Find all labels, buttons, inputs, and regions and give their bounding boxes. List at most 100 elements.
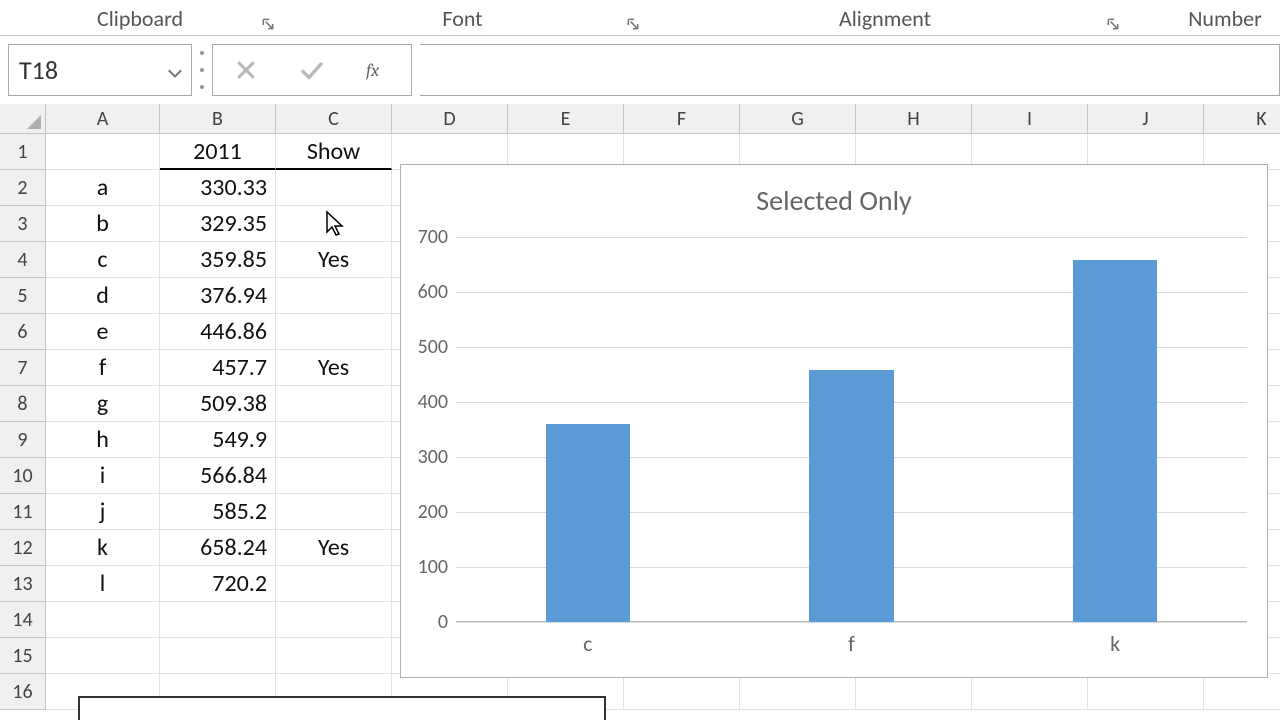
cell-C4[interactable]: Yes xyxy=(276,242,392,278)
formula-bar-input[interactable] xyxy=(420,44,1280,96)
cell-C15[interactable] xyxy=(276,638,392,674)
cell-C8[interactable] xyxy=(276,386,392,422)
cell-B1[interactable]: 2011 xyxy=(160,134,276,170)
row-header-15[interactable]: 15 xyxy=(0,638,46,674)
cell-A9[interactable]: h xyxy=(46,422,160,458)
cell-B8[interactable]: 509.38 xyxy=(160,386,276,422)
cell-A4[interactable]: c xyxy=(46,242,160,278)
column-header-A[interactable]: A xyxy=(46,104,160,134)
dialog-launcher-icon[interactable] xyxy=(258,14,278,34)
column-header-J[interactable]: J xyxy=(1088,104,1204,134)
cell-C6[interactable] xyxy=(276,314,392,350)
column-header-D[interactable]: D xyxy=(392,104,508,134)
column-header-G[interactable]: G xyxy=(740,104,856,134)
cell-A1[interactable] xyxy=(46,134,160,170)
chart-bar[interactable] xyxy=(1073,260,1157,622)
cell-B15[interactable] xyxy=(160,638,276,674)
row-header-12[interactable]: 12 xyxy=(0,530,46,566)
row-header-16[interactable]: 16 xyxy=(0,674,46,710)
cell-B13[interactable]: 720.2 xyxy=(160,566,276,602)
row-header-1[interactable]: 1 xyxy=(0,134,46,170)
ribbon-group-number: Number xyxy=(1125,0,1280,36)
cell-C5[interactable] xyxy=(276,278,392,314)
cell-C11[interactable] xyxy=(276,494,392,530)
row-header-14[interactable]: 14 xyxy=(0,602,46,638)
cell-C2[interactable] xyxy=(276,170,392,206)
chart-y-tick-label: 0 xyxy=(438,610,448,634)
row-header-7[interactable]: 7 xyxy=(0,350,46,386)
name-box[interactable]: T18 xyxy=(8,44,192,96)
cell-A12[interactable]: k xyxy=(46,530,160,566)
cell-B12[interactable]: 658.24 xyxy=(160,530,276,566)
cell-A2[interactable]: a xyxy=(46,170,160,206)
cancel-formula-button[interactable] xyxy=(222,46,270,94)
cell-C3[interactable] xyxy=(276,206,392,242)
cell-G16[interactable] xyxy=(740,674,856,710)
column-header-F[interactable]: F xyxy=(624,104,740,134)
row-header-6[interactable]: 6 xyxy=(0,314,46,350)
name-box-value: T18 xyxy=(19,54,58,86)
bottom-embedded-object[interactable] xyxy=(78,696,606,720)
cell-C14[interactable] xyxy=(276,602,392,638)
chart-y-tick-label: 600 xyxy=(418,280,448,304)
cell-A3[interactable]: b xyxy=(46,206,160,242)
row-header-2[interactable]: 2 xyxy=(0,170,46,206)
worksheet-grid[interactable]: ABCDEFGHIJK 12345678910111213141516 2011… xyxy=(0,104,1280,720)
cell-C9[interactable] xyxy=(276,422,392,458)
cell-B7[interactable]: 457.7 xyxy=(160,350,276,386)
cell-A11[interactable]: j xyxy=(46,494,160,530)
chart-bar[interactable] xyxy=(546,424,630,622)
cell-H16[interactable] xyxy=(856,674,972,710)
cell-C10[interactable] xyxy=(276,458,392,494)
row-header-13[interactable]: 13 xyxy=(0,566,46,602)
cell-B6[interactable]: 446.86 xyxy=(160,314,276,350)
cell-I16[interactable] xyxy=(972,674,1088,710)
cell-A7[interactable]: f xyxy=(46,350,160,386)
column-header-I[interactable]: I xyxy=(972,104,1088,134)
cell-B14[interactable] xyxy=(160,602,276,638)
cell-F16[interactable] xyxy=(624,674,740,710)
insert-function-button[interactable]: fx xyxy=(354,46,402,94)
cell-B5[interactable]: 376.94 xyxy=(160,278,276,314)
cell-A5[interactable]: d xyxy=(46,278,160,314)
cell-B10[interactable]: 566.84 xyxy=(160,458,276,494)
cell-B3[interactable]: 329.35 xyxy=(160,206,276,242)
cell-C12[interactable]: Yes xyxy=(276,530,392,566)
column-header-E[interactable]: E xyxy=(508,104,624,134)
cell-A8[interactable]: g xyxy=(46,386,160,422)
row-header-5[interactable]: 5 xyxy=(0,278,46,314)
row-header-10[interactable]: 10 xyxy=(0,458,46,494)
row-header-3[interactable]: 3 xyxy=(0,206,46,242)
chart-plot-area[interactable]: 0100200300400500600700cfk xyxy=(456,237,1247,622)
row-header-9[interactable]: 9 xyxy=(0,422,46,458)
cell-A6[interactable]: e xyxy=(46,314,160,350)
cell-A13[interactable]: l xyxy=(46,566,160,602)
row-header-8[interactable]: 8 xyxy=(0,386,46,422)
column-header-B[interactable]: B xyxy=(160,104,276,134)
column-header-C[interactable]: C xyxy=(276,104,392,134)
column-header-K[interactable]: K xyxy=(1204,104,1280,134)
select-all-cells-button[interactable] xyxy=(0,104,46,134)
chart-object[interactable]: Selected Only 0100200300400500600700cfk xyxy=(400,164,1268,678)
cell-C13[interactable] xyxy=(276,566,392,602)
cell-A10[interactable]: i xyxy=(46,458,160,494)
cell-A15[interactable] xyxy=(46,638,160,674)
cell-C1[interactable]: Show xyxy=(276,134,392,170)
chart-title[interactable]: Selected Only xyxy=(401,165,1267,218)
row-header-4[interactable]: 4 xyxy=(0,242,46,278)
cell-B11[interactable]: 585.2 xyxy=(160,494,276,530)
cell-A14[interactable] xyxy=(46,602,160,638)
cell-B4[interactable]: 359.85 xyxy=(160,242,276,278)
cell-C7[interactable]: Yes xyxy=(276,350,392,386)
cell-B2[interactable]: 330.33 xyxy=(160,170,276,206)
cell-K16[interactable] xyxy=(1204,674,1280,710)
chart-bar[interactable] xyxy=(809,370,893,622)
dialog-launcher-icon[interactable] xyxy=(623,14,643,34)
column-header-H[interactable]: H xyxy=(856,104,972,134)
cell-B9[interactable]: 549.9 xyxy=(160,422,276,458)
enter-formula-button[interactable] xyxy=(288,46,336,94)
dialog-launcher-icon[interactable] xyxy=(1103,14,1123,34)
name-box-dropdown-icon[interactable] xyxy=(167,54,183,86)
cell-J16[interactable] xyxy=(1088,674,1204,710)
row-header-11[interactable]: 11 xyxy=(0,494,46,530)
